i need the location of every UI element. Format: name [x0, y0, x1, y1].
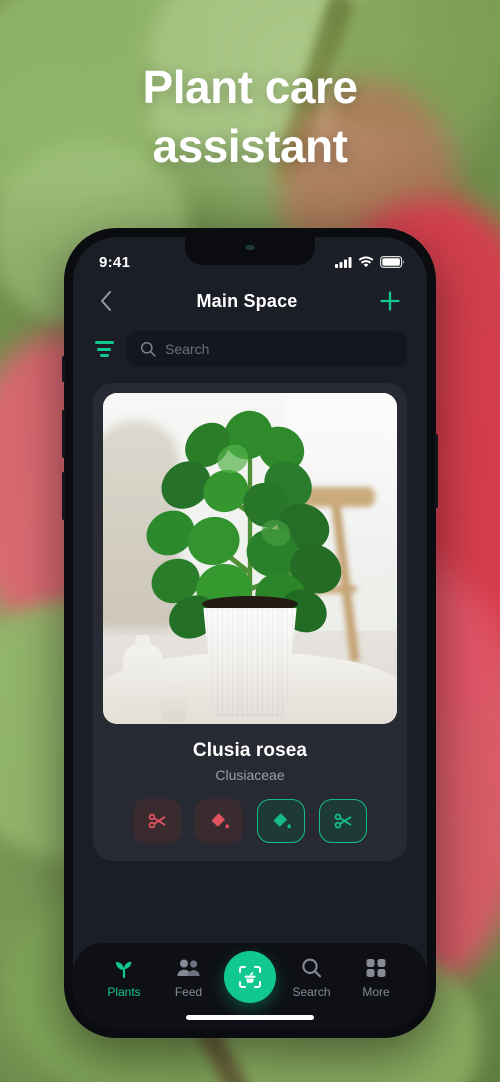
phone-power-button[interactable]	[435, 434, 438, 508]
plant-photo	[103, 393, 397, 724]
phone-volume-down-button[interactable]	[62, 472, 65, 520]
nav-item-plants[interactable]: Plants	[95, 957, 153, 999]
headline-line-1: Plant care	[142, 61, 358, 113]
scissors-icon	[334, 813, 352, 829]
nav-label: Plants	[107, 985, 141, 999]
phone-volume-up-button[interactable]	[62, 410, 65, 458]
page-title: Main Space	[196, 290, 298, 311]
status-bar-icons	[335, 256, 405, 268]
plus-icon	[380, 291, 400, 311]
phone-mute-switch[interactable]	[62, 356, 65, 382]
back-button[interactable]	[93, 288, 119, 314]
water-button[interactable]	[257, 799, 305, 843]
wifi-icon	[358, 256, 374, 268]
status-bar: 9:41	[73, 237, 427, 277]
photo-vase	[123, 644, 163, 716]
search-input[interactable]: Search	[127, 331, 407, 367]
photo-vase	[161, 678, 187, 722]
prune-button[interactable]	[319, 799, 367, 843]
bottom-navigation: Plants Feed Search More	[73, 943, 427, 1029]
search-icon	[140, 341, 156, 357]
grid-icon	[366, 959, 386, 977]
plant-action-row	[103, 799, 397, 843]
search-icon	[302, 958, 322, 978]
status-bar-time: 9:41	[99, 253, 131, 271]
people-icon	[176, 959, 200, 976]
phone-mockup: 9:41 Main Space Search Clusia rosea Clus…	[62, 228, 438, 1038]
nav-item-more[interactable]: More	[347, 957, 405, 999]
add-plant-button[interactable]	[375, 286, 405, 316]
home-indicator[interactable]	[186, 1015, 314, 1020]
nav-item-feed[interactable]: Feed	[160, 957, 218, 999]
battery-icon	[380, 256, 405, 268]
prune-overdue-button[interactable]	[133, 799, 181, 843]
nav-item-search[interactable]: Search	[283, 957, 341, 999]
plant-family: Clusiaceae	[215, 767, 285, 783]
nav-label: More	[362, 985, 390, 999]
water-drop-icon	[211, 812, 229, 828]
nav-label: Search	[292, 985, 331, 999]
signal-icon	[335, 257, 352, 268]
filter-icon[interactable]	[93, 338, 115, 360]
water-drop-icon	[273, 812, 291, 828]
promo-headline: Plant care assistant	[0, 58, 500, 176]
chevron-left-icon	[101, 291, 111, 311]
scissors-icon	[148, 813, 166, 829]
scan-plant-button[interactable]	[224, 951, 276, 1003]
photo-pot	[203, 608, 297, 716]
plant-card[interactable]: Clusia rosea Clusiaceae	[93, 383, 407, 861]
search-placeholder: Search	[165, 341, 210, 357]
water-overdue-button[interactable]	[195, 799, 243, 843]
scan-plant-icon	[239, 966, 261, 988]
nav-label: Feed	[174, 985, 203, 999]
plant-name: Clusia rosea	[192, 740, 308, 761]
headline-line-2: assistant	[152, 119, 348, 172]
phone-screen: 9:41 Main Space Search Clusia rosea Clus…	[73, 237, 427, 1029]
search-row: Search	[73, 321, 427, 367]
app-header: Main Space	[73, 277, 427, 321]
sprout-icon	[116, 961, 132, 979]
